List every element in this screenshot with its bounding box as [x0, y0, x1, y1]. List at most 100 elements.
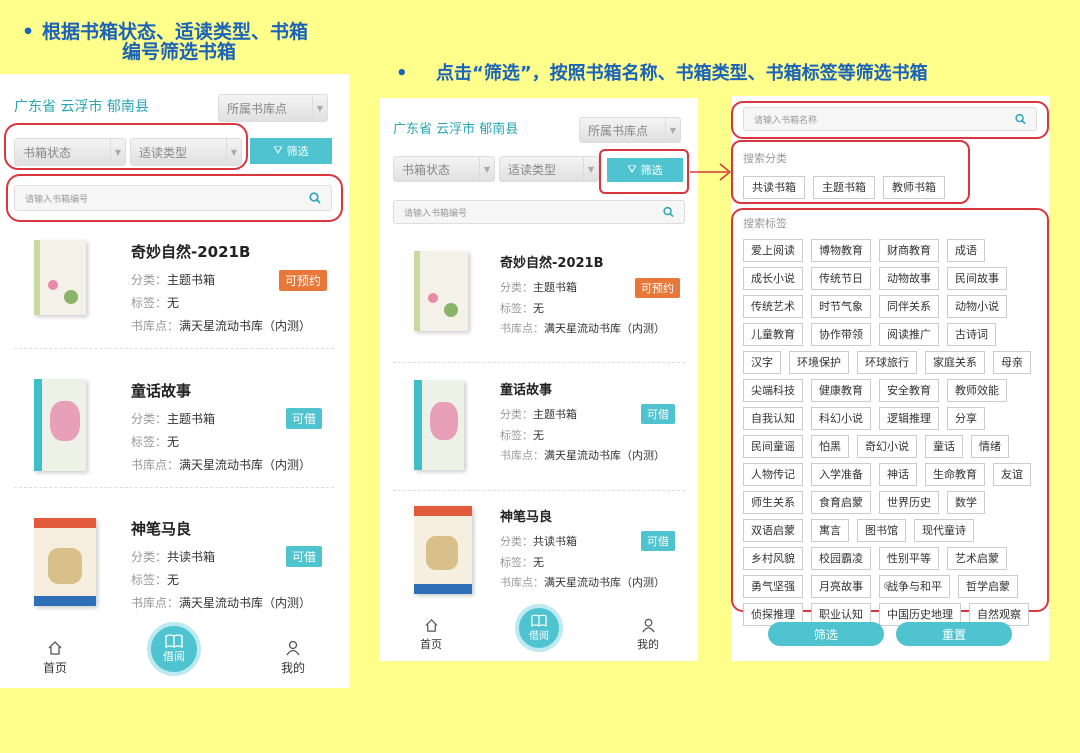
nav-home[interactable]: 首页 [416, 618, 446, 652]
tag-chip[interactable]: 寓言 [811, 519, 849, 542]
book-title[interactable]: 奇妙自然-2021B [131, 241, 250, 262]
nav-home[interactable]: 首页 [40, 640, 70, 676]
tag-chip[interactable]: 阅读推广 [879, 323, 939, 346]
reset-button[interactable]: 重置 [896, 622, 1012, 646]
library-point-select[interactable]: 所属书库点 ▼ [218, 94, 328, 122]
book-title[interactable]: 神笔马良 [500, 506, 552, 525]
tag-chip[interactable]: 神话 [879, 463, 917, 486]
tag-chip[interactable]: 财商教育 [879, 239, 939, 262]
search-icon[interactable] [663, 206, 674, 218]
tag-chip[interactable]: 环境保护 [789, 351, 849, 374]
tag-chip[interactable]: 博物教育 [811, 239, 871, 262]
chevron-down-icon: ▼ [583, 157, 598, 181]
tag-chip[interactable]: 怕黑 [811, 435, 849, 458]
tag-chip[interactable]: 奇幻小说 [857, 435, 917, 458]
tag-chip[interactable]: 健康教育 [811, 379, 871, 402]
book-cover[interactable] [34, 518, 96, 606]
tag-row: 成长小说 传统节日 动物故事 民间故事 [743, 267, 1043, 290]
tag-chip[interactable]: 爱上阅读 [743, 239, 803, 262]
tag-chip[interactable]: 家庭关系 [925, 351, 985, 374]
filter-button-label: 筛选 [286, 145, 309, 158]
highlight-filter-selects [4, 123, 248, 170]
tag-chip[interactable]: 成长小说 [743, 267, 803, 290]
tag-chip[interactable]: 图书馆 [857, 519, 906, 542]
book-category: 分类：共读书箱 [500, 535, 577, 548]
book-cover[interactable] [34, 240, 86, 315]
tag-chip[interactable]: 母亲 [993, 351, 1031, 374]
tag-chip[interactable]: 世界历史 [879, 491, 939, 514]
nav-borrow[interactable]: 借阅 [515, 604, 563, 652]
bullet-left: • [22, 21, 35, 43]
tag-chip[interactable]: 自我认知 [743, 407, 803, 430]
caption-right: 点击“筛选”，按照书箱名称、书箱类型、书箱标签等筛选书箱 [436, 63, 928, 84]
tag-chip[interactable]: 分享 [947, 407, 985, 430]
category-chip[interactable]: 主题书箱 [813, 176, 875, 199]
tag-chip[interactable]: 人物传记 [743, 463, 803, 486]
status-select[interactable]: 书箱状态 ▼ [393, 156, 495, 182]
tag-chip[interactable]: 师生关系 [743, 491, 803, 514]
book-title[interactable]: 奇妙自然-2021B [500, 252, 604, 271]
tag-chip[interactable]: 食育启蒙 [811, 491, 871, 514]
tag-chip[interactable]: 动物小说 [947, 295, 1007, 318]
book-title[interactable]: 童话故事 [131, 380, 191, 401]
tag-chip[interactable]: 生命教育 [925, 463, 985, 486]
status-badge: 可预约 [279, 270, 328, 291]
tag-chip[interactable]: 月亮故事 [811, 575, 871, 598]
tag-chip[interactable]: 情绪 [971, 435, 1009, 458]
filter-button[interactable]: ⛛ 筛选 [250, 138, 332, 164]
tag-chip[interactable]: 艺术启蒙 [947, 547, 1007, 570]
tag-chip[interactable]: 安全教育 [879, 379, 939, 402]
divider [393, 490, 685, 491]
tag-chip[interactable]: 同伴关系 [879, 295, 939, 318]
tag-chip[interactable]: 校园霸凌 [811, 547, 871, 570]
book-cover[interactable] [414, 380, 464, 470]
tag-chip[interactable]: 协作带领 [811, 323, 871, 346]
tag-chip[interactable]: 现代童诗 [914, 519, 974, 542]
tag-chip[interactable]: 儿童教育 [743, 323, 803, 346]
book-cover[interactable] [414, 251, 468, 331]
tag-chip[interactable]: 传统艺术 [743, 295, 803, 318]
tag-chip[interactable]: 民间故事 [947, 267, 1007, 290]
caption-left-line2: 编号筛选书箱 [122, 41, 237, 63]
nav-borrow[interactable]: 借阅 [147, 622, 201, 676]
tag-chip[interactable]: 时节气象 [811, 295, 871, 318]
tag-chip[interactable]: 环球旅行 [857, 351, 917, 374]
tag-chip[interactable]: 科幻小说 [811, 407, 871, 430]
box-number-input[interactable]: 请输入书箱编号 [393, 200, 685, 224]
book-title[interactable]: 神笔马良 [131, 518, 191, 539]
category-chip[interactable]: 教师书箱 [883, 176, 945, 199]
tag-chip[interactable]: 教师效能 [947, 379, 1007, 402]
tag-chip[interactable]: 勇气坚强 [743, 575, 803, 598]
search-icon[interactable] [1015, 113, 1026, 125]
category-chip[interactable]: 共读书箱 [743, 176, 805, 199]
tag-chip[interactable]: 哲学启蒙 [958, 575, 1018, 598]
book-cover[interactable] [414, 506, 472, 594]
nav-mine[interactable]: 我的 [278, 640, 308, 676]
status-select-label: 书箱状态 [402, 162, 451, 177]
book-title[interactable]: 童话故事 [500, 379, 552, 398]
tag-chip[interactable]: 友谊 [993, 463, 1031, 486]
tag-chip[interactable]: 动物故事 [879, 267, 939, 290]
box-name-input[interactable]: 请输入书箱名称 [743, 107, 1037, 131]
apply-filter-button[interactable]: 筛选 [768, 622, 884, 646]
highlight-filter-button [599, 149, 689, 194]
tag-chip[interactable]: 尖端科技 [743, 379, 803, 402]
tag-chip[interactable]: 古诗词 [947, 323, 996, 346]
tag-chip[interactable]: 成语 [947, 239, 985, 262]
close-icon[interactable]: ⊗ [883, 579, 892, 592]
tag-chip[interactable]: 民间童谣 [743, 435, 803, 458]
tag-chip[interactable]: 性别平等 [879, 547, 939, 570]
category-section-title: 搜索分类 [743, 152, 787, 165]
tag-chip[interactable]: 传统节日 [811, 267, 871, 290]
tag-chip[interactable]: 乡村风貌 [743, 547, 803, 570]
tag-chip[interactable]: 逻辑推理 [879, 407, 939, 430]
type-select[interactable]: 适读类型 ▼ [499, 156, 599, 182]
tag-chip[interactable]: 汉字 [743, 351, 781, 374]
tag-chip[interactable]: 入学准备 [811, 463, 871, 486]
tag-chip[interactable]: 数学 [947, 491, 985, 514]
book-cover[interactable] [34, 379, 86, 471]
tag-chip[interactable]: 双语启蒙 [743, 519, 803, 542]
library-point-select[interactable]: 所属书库点 ▼ [579, 117, 681, 143]
nav-mine[interactable]: 我的 [633, 618, 663, 652]
tag-chip[interactable]: 童话 [925, 435, 963, 458]
